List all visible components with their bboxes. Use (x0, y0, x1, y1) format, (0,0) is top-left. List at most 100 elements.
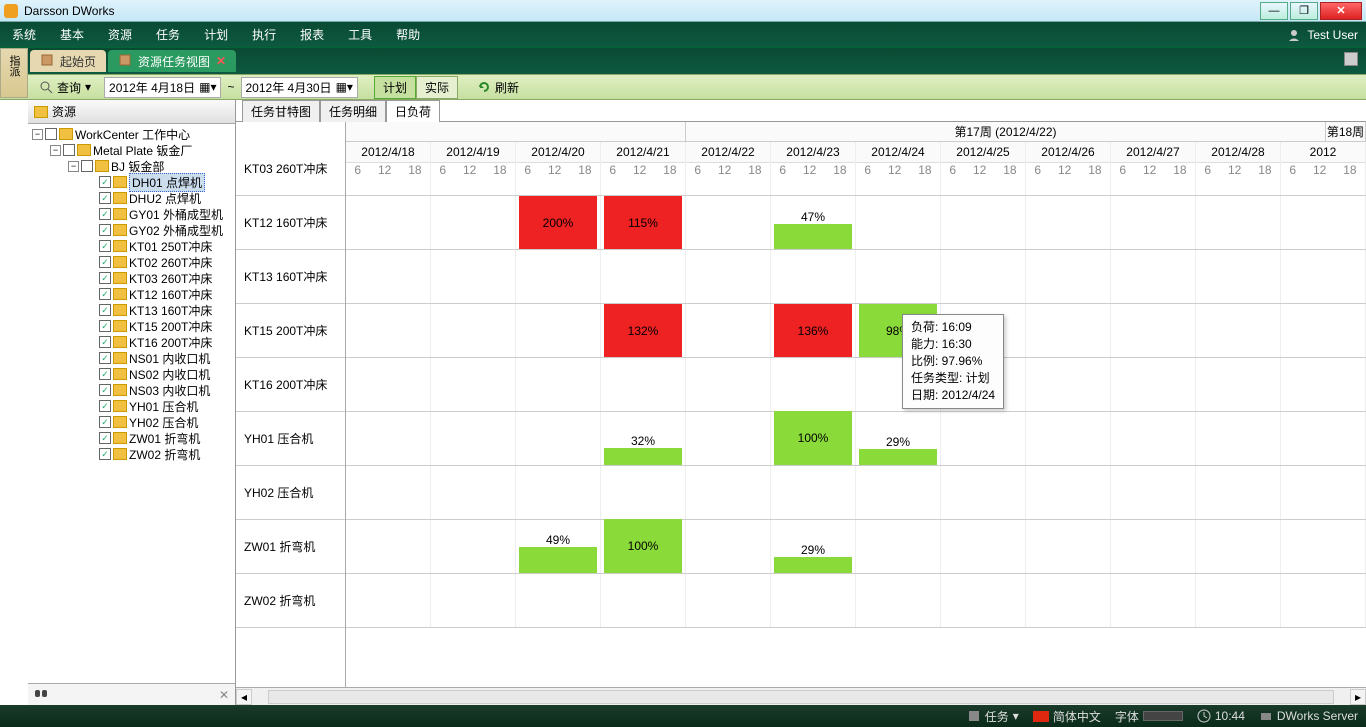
calendar-cell[interactable] (1026, 196, 1111, 249)
calendar-cell[interactable] (1281, 574, 1366, 627)
resource-row-header[interactable]: KT13 160T冲床 (236, 250, 345, 304)
tree-node[interactable]: ✓NS03 内收口机 (30, 382, 233, 398)
calendar-cell[interactable] (431, 250, 516, 303)
checkbox[interactable]: ✓ (99, 320, 111, 332)
calendar-cell[interactable]: 32% (601, 412, 686, 465)
resource-row-header[interactable]: KT16 200T冲床 (236, 358, 345, 412)
menu-基本[interactable]: 基本 (48, 22, 96, 48)
expander-icon[interactable]: − (32, 129, 43, 140)
calendar-cell[interactable] (941, 466, 1026, 519)
calendar-cell[interactable] (1196, 250, 1281, 303)
checkbox[interactable]: ✓ (99, 176, 111, 188)
tree-node[interactable]: ✓NS02 内收口机 (30, 366, 233, 382)
checkbox[interactable]: ✓ (99, 256, 111, 268)
tree-node[interactable]: ✓KT01 250T冲床 (30, 238, 233, 254)
calendar-cell[interactable] (856, 574, 941, 627)
load-bar[interactable]: 100% (604, 519, 682, 573)
calendar-cell[interactable] (516, 466, 601, 519)
tree-node[interactable]: ✓NS01 内收口机 (30, 350, 233, 366)
calendar-cell[interactable] (686, 574, 771, 627)
calendar-cell[interactable] (941, 412, 1026, 465)
checkbox[interactable]: ✓ (99, 208, 111, 220)
menu-帮助[interactable]: 帮助 (384, 22, 432, 48)
horizontal-scrollbar[interactable]: ◂ ▸ (236, 687, 1366, 705)
tree-node[interactable]: −Metal Plate 钣金厂 (30, 142, 233, 158)
pin-icon[interactable] (1344, 52, 1358, 66)
calendar-cell[interactable]: 100% (601, 520, 686, 573)
calendar-cell[interactable] (856, 520, 941, 573)
checkbox[interactable]: ✓ (99, 352, 111, 364)
menu-报表[interactable]: 报表 (288, 22, 336, 48)
tab-资源任务视图[interactable]: 资源任务视图✕ (108, 50, 236, 72)
calendar-cell[interactable] (601, 358, 686, 411)
tree-node[interactable]: −WorkCenter 工作中心 (30, 126, 233, 142)
tab-close-icon[interactable]: ✕ (216, 54, 226, 68)
calendar-cell[interactable] (771, 250, 856, 303)
calendar-cell[interactable] (516, 412, 601, 465)
calendar-cell[interactable] (686, 520, 771, 573)
date-to-input[interactable]: 2012年 4月30日 ▦▾ (241, 77, 358, 98)
calendar-cell[interactable] (346, 412, 431, 465)
calendar-cell[interactable] (1281, 196, 1366, 249)
checkbox[interactable]: ✓ (99, 192, 111, 204)
resource-row-header[interactable]: ZW01 折弯机 (236, 520, 345, 574)
calendar-cell[interactable] (856, 466, 941, 519)
checkbox[interactable] (81, 160, 93, 172)
view-tab-任务甘特图[interactable]: 任务甘特图 (242, 100, 320, 122)
calendar-cell[interactable] (686, 142, 771, 195)
checkbox[interactable]: ✓ (99, 384, 111, 396)
calendar-cell[interactable] (431, 520, 516, 573)
calendar-cell[interactable] (941, 250, 1026, 303)
calendar-cell[interactable]: 115% (601, 196, 686, 249)
calendar-cell[interactable] (1026, 574, 1111, 627)
calendar-cell[interactable] (516, 358, 601, 411)
date-from-input[interactable]: 2012年 4月18日 ▦▾ (104, 77, 221, 98)
calendar-cell[interactable] (686, 358, 771, 411)
calendar-cell[interactable] (1196, 358, 1281, 411)
view-tab-日负荷[interactable]: 日负荷 (386, 100, 440, 122)
calendar-cell[interactable]: 29% (856, 412, 941, 465)
calendar-cell[interactable] (771, 142, 856, 195)
checkbox[interactable]: ✓ (99, 224, 111, 236)
menu-工具[interactable]: 工具 (336, 22, 384, 48)
tree-node[interactable]: ✓YH02 压合机 (30, 414, 233, 430)
menu-计划[interactable]: 计划 (192, 22, 240, 48)
calendar-cell[interactable] (1111, 304, 1196, 357)
calendar-cell[interactable] (1196, 412, 1281, 465)
calendar-cell[interactable] (516, 304, 601, 357)
calendar-cell[interactable] (856, 250, 941, 303)
calendar-cell[interactable] (1111, 574, 1196, 627)
load-bar[interactable]: 49% (519, 547, 597, 573)
tree-node[interactable]: ✓DHU2 点焊机 (30, 190, 233, 206)
calendar-cell[interactable] (941, 574, 1026, 627)
calendar-cell[interactable] (346, 304, 431, 357)
assign-rail[interactable]: 指派 (0, 48, 28, 98)
calendar-cell[interactable] (686, 250, 771, 303)
checkbox[interactable] (45, 128, 57, 140)
calendar-cell[interactable] (1111, 196, 1196, 249)
load-bar[interactable]: 100% (774, 411, 852, 465)
tree-node[interactable]: ✓GY02 外桶成型机 (30, 222, 233, 238)
calendar-cell[interactable]: 47% (771, 196, 856, 249)
calendar-cell[interactable] (1026, 250, 1111, 303)
calendar-cell[interactable]: 132% (601, 304, 686, 357)
calendar-cell[interactable] (941, 520, 1026, 573)
calendar-cell[interactable] (431, 466, 516, 519)
tree-close-icon[interactable]: ✕ (219, 688, 229, 702)
menu-系统[interactable]: 系统 (0, 22, 48, 48)
calendar-cell[interactable] (601, 250, 686, 303)
calendar-cell[interactable] (771, 358, 856, 411)
calendar-cell[interactable] (601, 574, 686, 627)
calendar-cell[interactable] (1196, 520, 1281, 573)
user-indicator[interactable]: Test User (1287, 28, 1358, 42)
calendar-cell[interactable] (1111, 358, 1196, 411)
menu-资源[interactable]: 资源 (96, 22, 144, 48)
checkbox[interactable]: ✓ (99, 432, 111, 444)
calendar-cell[interactable] (771, 574, 856, 627)
scroll-left-arrow[interactable]: ◂ (236, 689, 252, 705)
segment-plan[interactable]: 计划 (374, 76, 416, 99)
calendar-cell[interactable] (1111, 520, 1196, 573)
maximize-button[interactable]: ❐ (1290, 2, 1318, 20)
calendar-cell[interactable] (516, 142, 601, 195)
segment-actual[interactable]: 实际 (416, 76, 458, 99)
